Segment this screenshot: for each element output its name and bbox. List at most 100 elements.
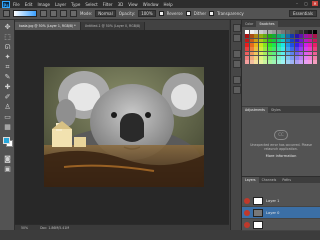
swatch-cell[interactable] — [294, 60, 299, 64]
swatch-cell[interactable] — [308, 42, 313, 47]
swatch-cell[interactable] — [254, 38, 259, 43]
menu-help[interactable]: Help — [163, 2, 172, 7]
swatch-cell[interactable] — [290, 42, 295, 47]
swatch-cell[interactable] — [249, 51, 254, 56]
tab-layers[interactable]: Layers — [242, 177, 259, 183]
character-panel-icon[interactable] — [233, 50, 241, 58]
tab-channels[interactable]: Channels — [259, 177, 280, 183]
lasso-tool-icon[interactable]: ᘏ — [3, 43, 12, 51]
swatch-cell[interactable] — [267, 38, 272, 43]
swatch-cell[interactable] — [263, 38, 268, 43]
swatch-cell[interactable] — [308, 38, 313, 43]
swatch-cell[interactable] — [299, 30, 304, 34]
swatch-cell[interactable] — [294, 47, 299, 52]
swatch-cell[interactable] — [312, 30, 317, 34]
swatch-cell[interactable] — [308, 30, 313, 34]
swatch-cell[interactable] — [281, 47, 286, 52]
eraser-tool-icon[interactable]: ▭ — [3, 113, 12, 121]
swatch-cell[interactable] — [285, 42, 290, 47]
transparency-checkbox[interactable] — [209, 11, 215, 16]
swatch-cell[interactable] — [258, 42, 263, 47]
swatch-cell[interactable] — [312, 51, 317, 56]
swatch-cell[interactable] — [245, 34, 250, 39]
swatch-cell[interactable] — [249, 30, 254, 34]
swatch-cell[interactable] — [245, 42, 250, 47]
gradient-preview[interactable] — [13, 10, 37, 17]
swatch-cell[interactable] — [308, 60, 313, 64]
swatch-cell[interactable] — [312, 42, 317, 47]
menu-select[interactable]: Select — [85, 2, 97, 7]
reverse-checkbox[interactable] — [158, 11, 164, 16]
brush-panel-icon[interactable] — [233, 76, 241, 84]
close-button[interactable]: ✕ — [312, 1, 318, 6]
swatch-cell[interactable] — [312, 60, 317, 64]
menu-3d[interactable]: 3D — [118, 2, 124, 7]
swatch-cell[interactable] — [258, 38, 263, 43]
swatch-cell[interactable] — [285, 60, 290, 64]
swatch-cell[interactable] — [267, 47, 272, 52]
visibility-eye-icon[interactable] — [244, 197, 250, 204]
swatch-cell[interactable] — [254, 51, 259, 56]
zoom-level[interactable]: 50% — [21, 226, 28, 230]
visibility-eye-icon[interactable] — [244, 209, 250, 216]
layer-row[interactable]: Layer 1 — [242, 195, 320, 207]
menu-view[interactable]: View — [128, 2, 138, 7]
linear-gradient-icon[interactable] — [40, 10, 47, 17]
swatch-cell[interactable] — [290, 47, 295, 52]
swatch-cell[interactable] — [267, 60, 272, 64]
swatch-cell[interactable] — [276, 47, 281, 52]
swatch-cell[interactable] — [245, 38, 250, 43]
swatch-cell[interactable] — [308, 55, 313, 60]
swatch-cell[interactable] — [245, 51, 250, 56]
mode-select[interactable]: Normal — [95, 10, 116, 17]
swatch-cell[interactable] — [281, 30, 286, 34]
maximize-button[interactable]: ▢ — [303, 1, 309, 6]
swatch-cell[interactable] — [258, 34, 263, 39]
history-panel-icon[interactable] — [233, 24, 241, 32]
swatch-cell[interactable] — [312, 47, 317, 52]
swatch-cell[interactable] — [303, 47, 308, 52]
swatch-cell[interactable] — [263, 42, 268, 47]
tab-swatches[interactable]: Swatches — [256, 21, 278, 27]
swatch-cell[interactable] — [281, 38, 286, 43]
menu-filter[interactable]: Filter — [103, 2, 113, 7]
swatch-cell[interactable] — [263, 51, 268, 56]
clone-source-panel-icon[interactable] — [233, 86, 241, 94]
swatch-cell[interactable] — [312, 38, 317, 43]
swatch-cell[interactable] — [299, 51, 304, 56]
swatch-cell[interactable] — [312, 55, 317, 60]
swatch-cell[interactable] — [254, 34, 259, 39]
swatch-cell[interactable] — [276, 60, 281, 64]
swatch-cell[interactable] — [299, 42, 304, 47]
tool-preset-icon[interactable] — [3, 10, 10, 17]
swatch-cell[interactable] — [263, 60, 268, 64]
eyedropper-tool-icon[interactable]: ✎ — [3, 73, 12, 81]
swatch-cell[interactable] — [308, 51, 313, 56]
swatch-cell[interactable] — [294, 38, 299, 43]
swatch-cell[interactable] — [281, 51, 286, 56]
swatch-cell[interactable] — [281, 42, 286, 47]
swatch-cell[interactable] — [290, 60, 295, 64]
move-tool-icon[interactable]: ✥ — [3, 23, 12, 31]
swatch-cell[interactable] — [294, 34, 299, 39]
swatch-cell[interactable] — [245, 55, 250, 60]
swatch-cell[interactable] — [285, 34, 290, 39]
visibility-eye-icon[interactable] — [244, 221, 250, 228]
dither-checkbox[interactable] — [185, 11, 191, 16]
swatch-cell[interactable] — [294, 42, 299, 47]
swatch-cell[interactable] — [290, 38, 295, 43]
swatch-cell[interactable] — [281, 60, 286, 64]
tab-paths[interactable]: Paths — [279, 177, 294, 183]
swatch-cell[interactable] — [308, 47, 313, 52]
swatch-cell[interactable] — [272, 60, 277, 64]
magic-wand-tool-icon[interactable]: ✦ — [3, 53, 12, 61]
swatch-cell[interactable] — [272, 42, 277, 47]
swatch-cell[interactable] — [294, 30, 299, 34]
swatch-cell[interactable] — [272, 55, 277, 60]
swatch-cell[interactable] — [290, 34, 295, 39]
menu-layer[interactable]: Layer — [55, 2, 66, 7]
swatch-cell[interactable] — [303, 30, 308, 34]
swatch-cell[interactable] — [285, 38, 290, 43]
swatch-cell[interactable] — [303, 42, 308, 47]
swatch-cell[interactable] — [254, 60, 259, 64]
